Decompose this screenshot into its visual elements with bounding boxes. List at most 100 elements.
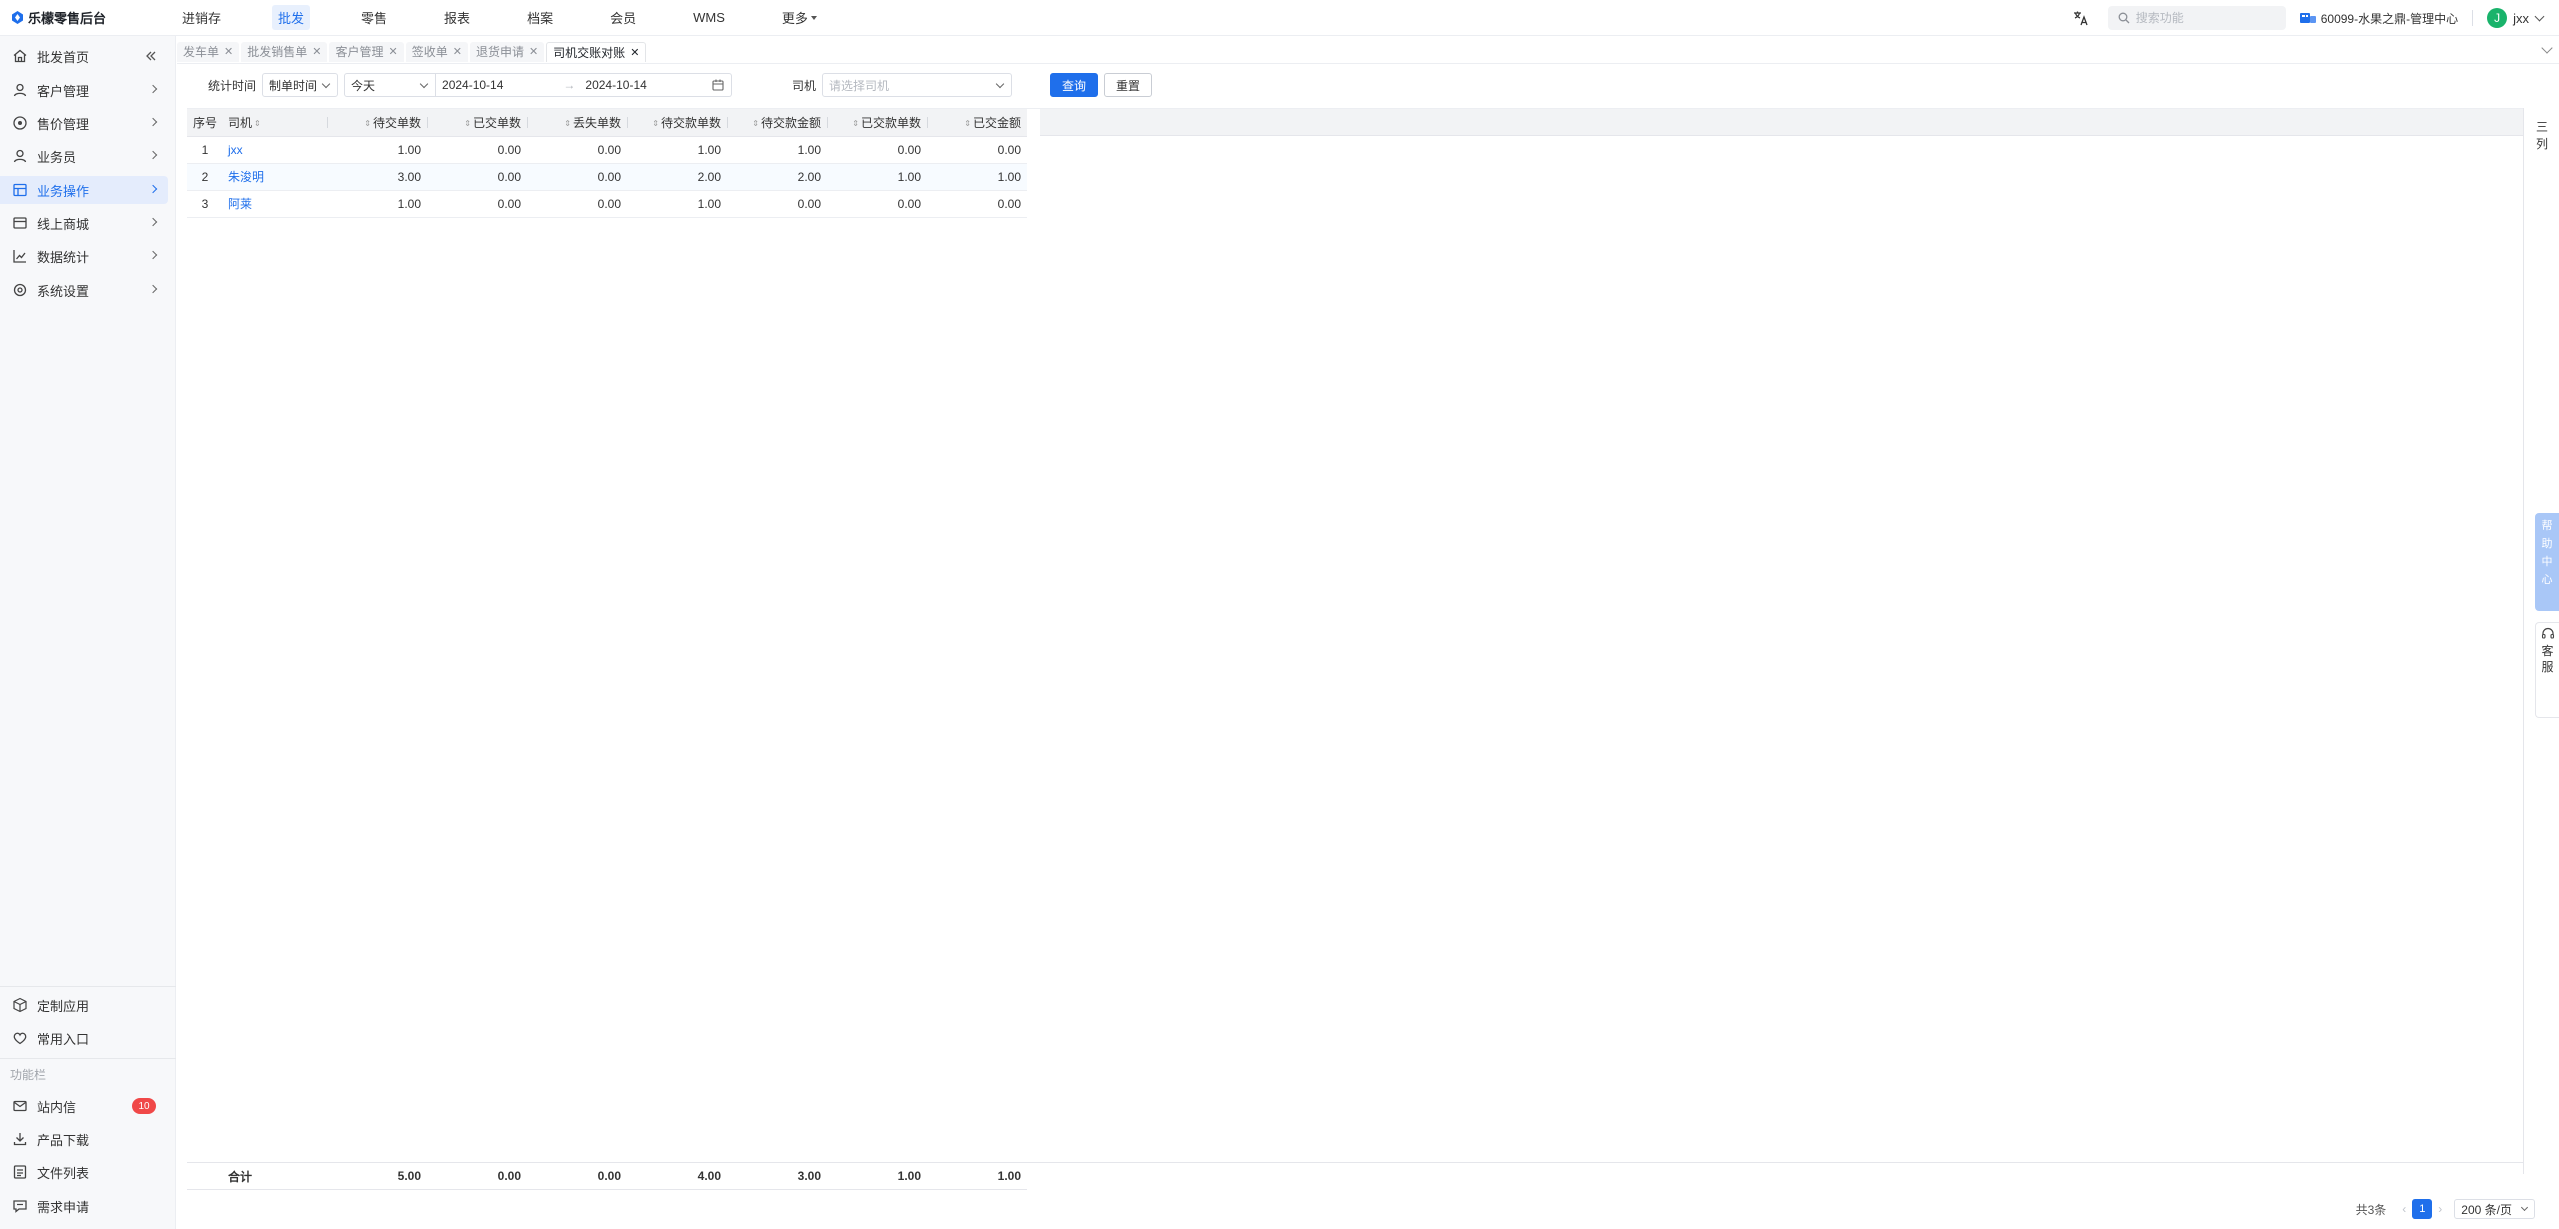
column-header-paid-orders[interactable]: ⇕ 已交款单数 [827,109,927,137]
topnav-item-inventory[interactable]: 进销存 [176,5,227,30]
topnav-item-wholesale[interactable]: 批发 [272,5,311,30]
tab-receipts[interactable]: 签收单 ✕ [405,41,468,62]
close-icon[interactable]: ✕ [312,45,321,58]
close-icon[interactable]: ✕ [529,45,538,58]
time-type-select[interactable]: 制单时间 [262,73,339,97]
sort-icon[interactable]: ⇕ [752,119,759,128]
topnav-item-more[interactable]: 更多 [776,5,823,30]
column-header-pending-payment-amount[interactable]: ⇕ 待交款金额 [727,109,827,137]
tab-customers[interactable]: 客户管理 ✕ [329,41,404,62]
store-name: 60099-水果之鼎-管理中心 [2320,11,2459,26]
sidebar-item-operations[interactable]: 业务操作 [0,176,168,204]
total-count: 共3条 [2355,1202,2387,1217]
cell-driver-link[interactable]: jxx [223,136,327,164]
sort-icon[interactable]: ⇕ [652,119,659,128]
arrow-right-icon: → [563,78,576,92]
sidebar-item-pricing[interactable]: 售价管理 [0,109,168,137]
next-page-icon[interactable]: › [2438,1202,2442,1216]
customer-service-tab[interactable]: 客 服 [2535,622,2559,718]
topnav-item-wms[interactable]: WMS [687,7,731,28]
cell-value: 0.00 [427,163,527,191]
cell-value: 1.00 [927,163,1027,191]
sidebar-item-requests[interactable]: 需求申请 [0,1192,168,1220]
cell-driver-link[interactable]: 阿莱 [223,190,327,218]
column-settings-glyph: 三 [2535,120,2548,134]
sidebar-item-salesperson[interactable]: 业务员 [0,142,168,170]
sort-icon[interactable]: ⇕ [464,119,471,128]
cell-value: 2.00 [627,163,727,191]
topnav-item-reports[interactable]: 报表 [438,5,476,30]
search-box[interactable] [2107,6,2286,30]
column-label: 已交款单数 [860,115,921,130]
topnav-item-member[interactable]: 会员 [604,5,642,30]
sort-icon[interactable]: ⇕ [964,119,971,128]
table-row[interactable]: 1 jxx 1.00 0.00 0.00 1.00 1.00 0.00 0.00 [187,136,1027,164]
column-header-pending-payment-orders[interactable]: ⇕ 待交款单数 [627,109,727,137]
reset-button[interactable]: 重置 [1104,73,1153,97]
cell-value: 0.00 [427,190,527,218]
tabs-dropdown-icon[interactable] [2541,42,2553,54]
more-caret-icon [810,15,817,20]
topnav-item-retail[interactable]: 零售 [355,5,393,30]
date-range-picker[interactable]: 2024-10-14 → 2024-10-14 [436,73,733,97]
driver-select[interactable]: 请选择司机 [822,73,1013,97]
date-start[interactable]: 2024-10-14 [442,78,503,92]
sidebar-item-files[interactable]: 文件列表 [0,1158,168,1186]
tab-returns[interactable]: 退货申请 ✕ [469,41,545,62]
sidebar-item-messages[interactable]: 站内信 10 [0,1092,168,1120]
cell-index: 1 [187,136,223,164]
cell-value: 1.00 [327,136,427,164]
column-label: 司机 [228,115,253,130]
sidebar-item-wholesale-home[interactable]: 批发首页 [0,42,168,70]
column-header-paid-amount[interactable]: ⇕ 已交金额 [927,109,1027,137]
prev-page-icon[interactable]: ‹ [2402,1202,2406,1216]
range-preset-select[interactable]: 今天 [344,73,437,97]
totals-row-table: 合计 5.00 0.00 0.00 4.00 3.00 1.00 1.00 [187,1162,1027,1190]
close-icon[interactable]: ✕ [224,45,233,58]
topnav-item-archive[interactable]: 档案 [521,5,559,30]
cell-driver-link[interactable]: 朱浚明 [223,163,327,191]
column-header-pending-orders[interactable]: ⇕ 待交单数 [327,109,427,137]
close-icon[interactable]: ✕ [453,45,462,58]
service-char: 服 [2541,660,2554,674]
totals-label: 合计 [223,1162,327,1190]
close-icon[interactable]: ✕ [388,45,397,58]
column-header-lost-orders[interactable]: ⇕ 丢失单数 [527,109,627,137]
translate-icon[interactable] [2072,9,2090,27]
sidebar-item-settings[interactable]: 系统设置 [0,276,168,304]
search-input[interactable] [2135,11,2276,25]
tab-driver-reconciliation[interactable]: 司机交账对账 ✕ [546,41,647,62]
tab-dispatch[interactable]: 发车单 ✕ [177,41,240,62]
operation-icon [13,183,27,197]
help-center-char: 心 [2541,574,2553,586]
total-value: 4.00 [627,1162,727,1190]
sidebar-item-online-mall[interactable]: 线上商城 [0,209,168,237]
chevron-down-icon [2520,1203,2529,1212]
column-header-driver[interactable]: 司机 ⇕ [223,109,327,137]
sidebar-item-customers[interactable]: 客户管理 [0,76,168,104]
sidebar-item-statistics[interactable]: 数据统计 [0,242,168,270]
sidebar-item-favorites[interactable]: 常用入口 [0,1024,168,1052]
page-button[interactable]: 1 [2412,1199,2433,1219]
table-row[interactable]: 2 朱浚明 3.00 0.00 0.00 2.00 2.00 1.00 1.00 [187,163,1027,191]
table-row[interactable]: 3 阿莱 1.00 0.00 0.00 1.00 0.00 0.00 0.00 [187,190,1027,218]
sort-icon[interactable]: ⇕ [852,119,859,128]
sort-icon[interactable]: ⇕ [364,119,371,128]
user-menu[interactable]: J jxx [2487,8,2545,28]
app-logo[interactable]: 乐檬零售后台 [0,8,170,27]
date-end[interactable]: 2024-10-14 [585,78,646,92]
column-label: 待交款单数 [660,115,721,130]
query-button[interactable]: 查询 [1050,73,1099,97]
sort-icon[interactable]: ⇕ [564,119,571,128]
help-center-tab[interactable]: 帮 助 中 心 [2535,513,2559,611]
store-switcher[interactable]: 60099-水果之鼎-管理中心 [2299,10,2459,27]
column-settings-button[interactable]: 三 列 [2533,118,2551,152]
sidebar-item-custom-apps[interactable]: 定制应用 [0,991,168,1019]
column-header-submitted-orders[interactable]: ⇕ 已交单数 [427,109,527,137]
tab-wholesale-sales[interactable]: 批发销售单 ✕ [241,41,328,62]
sidebar-item-downloads[interactable]: 产品下载 [0,1125,168,1153]
sort-icon[interactable]: ⇕ [254,119,261,128]
page-size-select[interactable]: 200 条/页 [2454,1199,2535,1219]
collapse-sidebar-icon[interactable] [144,49,158,63]
close-icon[interactable]: ✕ [630,46,639,59]
